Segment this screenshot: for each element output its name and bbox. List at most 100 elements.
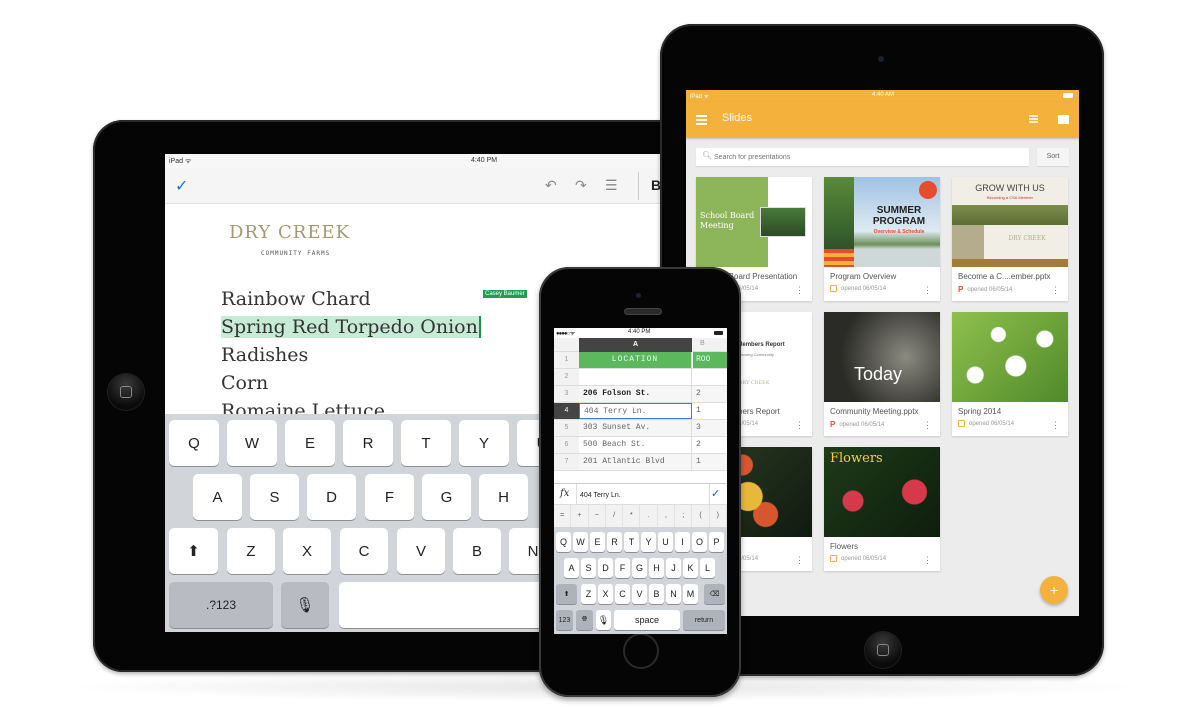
row-number[interactable]: 1 — [554, 352, 579, 368]
symbol-key[interactable]: . — [640, 505, 658, 527]
cell[interactable]: 500 Beach St. — [579, 437, 692, 453]
bulleted-list-icon[interactable]: ☰ — [605, 177, 618, 194]
more-options-icon[interactable]: ⋮ — [923, 555, 932, 566]
key-v[interactable]: V — [632, 584, 647, 604]
presentation-card[interactable]: Today Community Meeting.pptx Popened 06/… — [824, 312, 940, 436]
presentation-card[interactable]: SUMMER PROGRAM Overview & Schedule Progr… — [824, 177, 940, 301]
presentation-card[interactable]: Flowers Flowers opened 06/05/14 ⋮ — [824, 447, 940, 571]
key-t[interactable]: T — [401, 420, 451, 466]
key-o[interactable]: O — [692, 532, 707, 552]
symbol-key[interactable]: / — [606, 505, 624, 527]
column-header-a[interactable]: A — [579, 338, 692, 352]
symbol-key[interactable]: * — [623, 505, 641, 527]
doc-line[interactable]: Radishes — [221, 344, 308, 366]
doc-line[interactable]: Corn — [221, 372, 268, 394]
row-number[interactable]: 5 — [554, 420, 579, 436]
key-h[interactable]: H — [649, 558, 664, 578]
key-r[interactable]: R — [343, 420, 393, 466]
key-i[interactable]: I — [675, 532, 690, 552]
key-w[interactable]: W — [573, 532, 588, 552]
list-view-icon[interactable] — [1029, 115, 1038, 124]
backspace-icon[interactable]: ⌫ — [704, 584, 725, 604]
row-number[interactable]: 3 — [554, 386, 579, 402]
iphone-home-button[interactable] — [623, 633, 659, 669]
ipad-home-button[interactable] — [108, 374, 144, 410]
key-z[interactable]: Z — [227, 528, 275, 574]
return-key[interactable]: return — [683, 610, 725, 630]
row-number[interactable]: 4 — [554, 403, 579, 419]
redo-icon[interactable]: ↷ — [575, 177, 587, 194]
symbol-key[interactable]: , — [658, 505, 676, 527]
key-f[interactable]: F — [615, 558, 630, 578]
key-y[interactable]: Y — [459, 420, 509, 466]
cell[interactable]: 303 Sunset Av. — [579, 420, 692, 436]
cell[interactable]: 2 — [693, 386, 727, 402]
cell[interactable]: 206 Folson St. — [579, 386, 692, 402]
key-g[interactable]: G — [422, 474, 471, 520]
cell[interactable] — [693, 369, 727, 385]
row-number[interactable]: 7 — [554, 454, 579, 470]
key-e[interactable]: E — [590, 532, 605, 552]
key-s[interactable]: S — [581, 558, 596, 578]
checkmark-icon[interactable]: ✓ — [711, 487, 720, 500]
more-options-icon[interactable]: ⋮ — [1051, 285, 1060, 296]
key-e[interactable]: E — [285, 420, 335, 466]
presentation-card[interactable]: Spring 2014 opened 06/05/14 ⋮ — [952, 312, 1068, 436]
cell[interactable]: ROO — [693, 352, 727, 368]
formula-input[interactable] — [580, 488, 700, 502]
search-input[interactable] — [714, 150, 1014, 164]
key-s[interactable]: S — [250, 474, 299, 520]
key-u[interactable]: U — [658, 532, 673, 552]
hamburger-menu-icon[interactable] — [696, 115, 707, 127]
cell[interactable] — [579, 369, 692, 385]
shift-key[interactable]: ⬆ — [169, 528, 218, 574]
key-j[interactable]: J — [666, 558, 681, 578]
key-d[interactable]: D — [598, 558, 613, 578]
key-a[interactable]: A — [564, 558, 579, 578]
more-options-icon[interactable]: ⋮ — [923, 285, 932, 296]
key-l[interactable]: L — [700, 558, 715, 578]
cell[interactable]: LOCATION — [579, 352, 692, 368]
key-t[interactable]: T — [624, 532, 639, 552]
row-number[interactable]: 6 — [554, 437, 579, 453]
key-m[interactable]: M — [683, 584, 698, 604]
microphone-icon[interactable]: 🎙 — [281, 582, 329, 628]
key-b[interactable]: B — [649, 584, 664, 604]
symbol-key[interactable]: − — [589, 505, 606, 527]
key-b[interactable]: B — [453, 528, 501, 574]
sort-button[interactable]: Sort — [1037, 148, 1069, 166]
key-q[interactable]: Q — [556, 532, 571, 552]
cell[interactable]: 2 — [693, 437, 727, 453]
more-options-icon[interactable]: ⋮ — [923, 420, 932, 431]
more-options-icon[interactable]: ⋮ — [795, 285, 804, 296]
key-f[interactable]: F — [365, 474, 414, 520]
key-p[interactable]: P — [709, 532, 724, 552]
key-z[interactable]: Z — [581, 584, 596, 604]
key-q[interactable]: Q — [169, 420, 219, 466]
doc-line-highlighted[interactable]: Spring Red Torpedo Onion — [221, 316, 481, 338]
cell[interactable]: 3 — [693, 420, 727, 436]
checkmark-icon[interactable]: ✓ — [175, 176, 188, 196]
column-header-b[interactable]: B — [700, 340, 705, 347]
numbers-key[interactable]: .?123 — [169, 582, 273, 628]
space-key[interactable]: space — [614, 610, 680, 630]
cell[interactable]: 1 — [693, 454, 727, 470]
cell[interactable]: 1 — [693, 403, 727, 419]
symbol-key[interactable]: = — [554, 505, 572, 527]
more-options-icon[interactable]: ⋮ — [795, 420, 804, 431]
cell[interactable]: 201 Atlantic Blvd — [579, 454, 692, 470]
key-y[interactable]: Y — [641, 532, 656, 552]
key-x[interactable]: X — [598, 584, 613, 604]
key-h[interactable]: H — [479, 474, 528, 520]
key-g[interactable]: G — [632, 558, 647, 578]
key-w[interactable]: W — [227, 420, 277, 466]
new-presentation-button[interactable]: + — [1040, 576, 1068, 604]
key-x[interactable]: X — [283, 528, 331, 574]
key-d[interactable]: D — [307, 474, 356, 520]
key-n[interactable]: N — [666, 584, 681, 604]
active-cell[interactable]: 404 Terry Ln. — [579, 403, 692, 419]
key-r[interactable]: R — [607, 532, 622, 552]
more-options-icon[interactable]: ⋮ — [1051, 420, 1060, 431]
shift-key[interactable]: ⬆ — [556, 584, 577, 604]
key-k[interactable]: K — [683, 558, 698, 578]
